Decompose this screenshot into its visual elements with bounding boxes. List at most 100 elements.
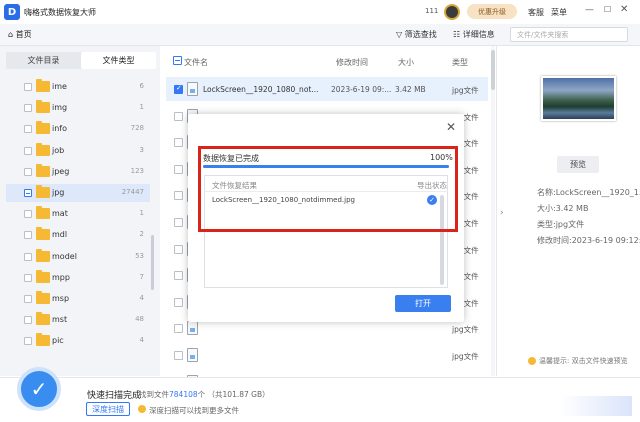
row-checkbox[interactable]	[174, 191, 183, 201]
sidebar-item-mst[interactable]: mst 48	[6, 311, 150, 329]
sidebar-item-img[interactable]: img 1	[6, 99, 150, 117]
table-row[interactable]: LockScreen__1920_1080_not... 2023-6-19 09…	[166, 77, 488, 101]
folder-name: mst	[52, 315, 68, 325]
image-file-icon	[187, 82, 198, 96]
folder-count: 48	[135, 315, 144, 324]
row-checkbox[interactable]	[174, 111, 183, 121]
folder-icon	[36, 269, 50, 283]
folder-checkbox[interactable]	[24, 125, 32, 134]
folder-checkbox[interactable]	[24, 210, 32, 219]
row-file-name: LockScreen__1920_1080_not...	[203, 85, 319, 94]
row-type: jpg文件	[452, 325, 479, 335]
collapse-panel-icon[interactable]: ›	[500, 208, 504, 218]
dialog-close-icon[interactable]: ✕	[446, 120, 456, 134]
folder-icon	[36, 121, 50, 135]
folder-name: jpeg	[52, 166, 70, 176]
row-checkbox[interactable]	[174, 351, 183, 360]
tab-file-type[interactable]: 文件类型	[81, 52, 156, 69]
upgrade-button[interactable]: 优惠升级	[467, 4, 517, 19]
folder-checkbox[interactable]	[24, 295, 32, 303]
row-checkbox[interactable]	[174, 324, 183, 334]
folder-checkbox[interactable]	[24, 167, 32, 176]
column-header-name[interactable]: 文件名	[184, 57, 208, 68]
table-row[interactable]: jpg文件	[166, 343, 488, 367]
sidebar-scrollbar[interactable]	[151, 235, 154, 290]
folder-icon	[36, 333, 50, 347]
folder-icon	[36, 312, 50, 326]
tip-bulb-icon	[528, 357, 536, 365]
sidebar-item-mdl[interactable]: mdl 2	[6, 226, 150, 244]
folder-count: 6	[139, 82, 144, 90]
row-checkbox[interactable]	[174, 138, 183, 148]
found-suffix: 个 （共101.87 GB）	[197, 390, 270, 399]
medal-icon[interactable]	[444, 4, 460, 20]
folder-checkbox[interactable]	[24, 231, 32, 240]
row-checkbox[interactable]	[174, 297, 183, 307]
menu-button[interactable]: 菜单	[551, 7, 567, 18]
filter-button[interactable]: ▽ 筛选查找	[396, 29, 437, 40]
row-checkbox[interactable]	[174, 271, 183, 281]
close-icon[interactable]: ✕	[620, 4, 628, 15]
minimize-icon[interactable]: —	[585, 5, 594, 15]
folder-name: info	[52, 124, 68, 134]
select-all-checkbox[interactable]	[173, 56, 182, 65]
sidebar-item-jpg[interactable]: jpg 27447	[6, 184, 150, 202]
deep-scan-hint: 深度扫描可以找到更多文件	[149, 406, 239, 415]
preview-thumbnail	[541, 76, 616, 121]
folder-count: 4	[139, 336, 144, 345]
sidebar-item-info[interactable]: info 728	[6, 120, 150, 138]
folder-checkbox[interactable]	[24, 252, 32, 261]
folder-icon	[36, 79, 50, 92]
folder-checkbox[interactable]	[24, 104, 32, 113]
folder-icon	[36, 248, 50, 262]
sidebar-item-msp[interactable]: msp 4	[6, 290, 150, 308]
folder-checkbox[interactable]	[24, 146, 32, 155]
folder-checkbox[interactable]	[24, 189, 32, 197]
detail-info-button[interactable]: ☷ 详细信息	[453, 29, 495, 40]
sidebar-item-mat[interactable]: mat 1	[6, 205, 150, 223]
row-checkbox[interactable]	[174, 218, 183, 227]
folder-name: msp	[52, 294, 70, 303]
found-prefix: 找到文件	[139, 390, 169, 399]
folder-checkbox[interactable]	[24, 83, 32, 91]
row-checkbox[interactable]	[174, 164, 183, 174]
folder-checkbox[interactable]	[24, 337, 32, 346]
sidebar-item-pic[interactable]: pic 4	[6, 332, 150, 350]
sidebar-item-model[interactable]: model 53	[6, 248, 150, 266]
column-header-type[interactable]: 类型	[452, 57, 468, 68]
row-checkbox[interactable]	[174, 244, 183, 254]
folder-count: 53	[135, 251, 144, 260]
sidebar-item-mpp[interactable]: mpp 7	[6, 269, 150, 287]
home-button[interactable]: ⌂ 首页	[8, 29, 32, 40]
column-header-size[interactable]: 大小	[398, 57, 414, 68]
sidebar-item-jpeg[interactable]: jpeg 123	[6, 163, 150, 181]
detail-modified: 修改时间:2023-6-19 09:12:...	[537, 236, 640, 245]
sidebar-item-job[interactable]: job 3	[6, 142, 150, 160]
preview-button[interactable]: 预览	[557, 156, 599, 173]
tab-file-directory[interactable]: 文件目录	[6, 52, 81, 69]
maximize-icon[interactable]: ☐	[604, 5, 611, 14]
app-logo-icon: D	[4, 4, 20, 20]
scan-complete-check-icon: ✓	[17, 367, 61, 411]
file-list-scrollbar[interactable]	[491, 46, 495, 376]
folder-checkbox[interactable]	[24, 316, 32, 325]
folder-checkbox[interactable]	[24, 273, 32, 282]
row-checkbox[interactable]	[174, 84, 183, 94]
file-list-scroll-thumb[interactable]	[491, 50, 495, 90]
column-header-date[interactable]: 修改时间	[336, 57, 368, 68]
sidebar-item-ime[interactable]: ime 6	[6, 78, 150, 96]
folder-name: model	[52, 251, 77, 261]
open-button[interactable]: 打开	[395, 295, 451, 312]
service-button[interactable]: 客服	[528, 7, 544, 18]
folder-name: mpp	[52, 272, 70, 282]
deep-scan-button[interactable]: 深度扫描	[86, 402, 130, 416]
folder-count: 728	[130, 124, 144, 133]
app-title: 嗨格式数据恢复大师	[24, 8, 96, 17]
preview-tip: 温馨提示: 双击文件快速预览	[539, 357, 628, 365]
folder-name: mat	[52, 209, 68, 219]
folder-icon	[36, 206, 50, 220]
folder-count: 1	[139, 209, 144, 218]
watermark	[560, 396, 632, 416]
search-input[interactable]: 文件/文件夹搜索	[510, 27, 628, 42]
detail-type: 类型:jpg文件	[537, 220, 585, 229]
